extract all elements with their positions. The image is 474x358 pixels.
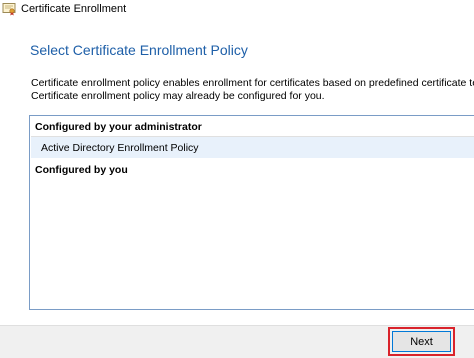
policy-label: Active Directory Enrollment Policy bbox=[41, 142, 199, 154]
group-header-user: Configured by you bbox=[35, 164, 128, 176]
window-title: Certificate Enrollment bbox=[21, 3, 127, 15]
description-line: Certificate enrollment policy may alread… bbox=[31, 90, 325, 102]
group-header-administrator: Configured by your administrator bbox=[35, 121, 202, 133]
page-description: Certificate enrollment policy enables en… bbox=[31, 77, 474, 103]
certificate-icon bbox=[2, 2, 16, 16]
page-title: Select Certificate Enrollment Policy bbox=[30, 42, 248, 58]
title-bar: Certificate Enrollment bbox=[0, 0, 474, 22]
next-button[interactable]: Next bbox=[392, 331, 451, 352]
description-line: Certificate enrollment policy enables en… bbox=[31, 77, 474, 89]
list-item-active-directory-policy[interactable]: Active Directory Enrollment Policy bbox=[31, 136, 474, 158]
enrollment-policy-list[interactable]: Configured by your administrator Active … bbox=[29, 115, 474, 310]
